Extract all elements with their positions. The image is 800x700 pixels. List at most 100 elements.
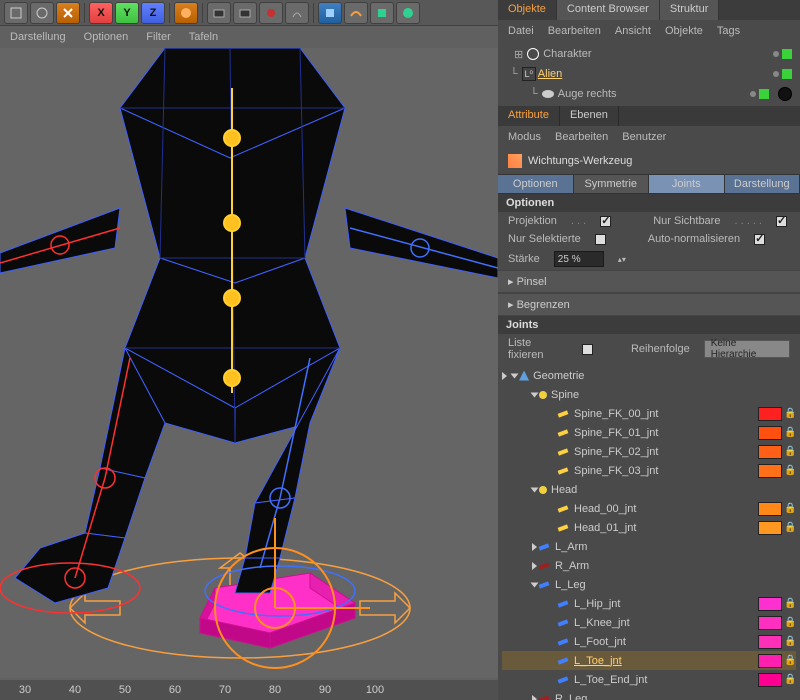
expander-begrenzen[interactable]: Begrenzen: [498, 293, 800, 316]
lock-icon[interactable]: 🔒: [784, 674, 796, 685]
tab-content-browser[interactable]: Content Browser: [557, 0, 660, 20]
color-swatch[interactable]: [758, 426, 782, 440]
jt-spine-2[interactable]: Spine_FK_02_jnt🔒: [502, 442, 796, 461]
lock-icon[interactable]: 🔒: [784, 522, 796, 533]
color-swatch[interactable]: [758, 521, 782, 535]
jt-geometrie[interactable]: Geometrie: [502, 366, 796, 385]
dropdown-reihenfolge[interactable]: Keine Hierarchie: [704, 340, 790, 358]
tab-struktur[interactable]: Struktur: [660, 0, 720, 20]
axis-y-button[interactable]: Y: [115, 2, 139, 24]
label-nur-sichtbare: Nur Sichtbare: [653, 215, 720, 227]
jt-head-0[interactable]: Head_00_jnt🔒: [502, 499, 796, 518]
label-nur-selektierte: Nur Selektierte: [508, 233, 581, 245]
color-swatch[interactable]: [758, 635, 782, 649]
timeline-ruler[interactable]: 30 40 50 60 70 80 90 100: [0, 680, 498, 700]
color-swatch[interactable]: [758, 673, 782, 687]
tab-objekte[interactable]: Objekte: [498, 0, 557, 20]
section-optionen: Optionen: [498, 194, 800, 212]
checkbox-nur-sichtbare[interactable]: [776, 216, 787, 227]
subtab-symmetrie[interactable]: Symmetrie: [574, 175, 650, 193]
color-swatch[interactable]: [758, 502, 782, 516]
expander-pinsel[interactable]: Pinsel: [498, 270, 800, 293]
jt-lhip[interactable]: L_Hip_jnt🔒: [502, 594, 796, 613]
anim-btn-2[interactable]: [233, 2, 257, 24]
subtab-joints[interactable]: Joints: [649, 175, 725, 193]
mode-btn-active[interactable]: [56, 2, 80, 24]
prim-cube-button[interactable]: [318, 2, 342, 24]
bone-icon: [558, 505, 569, 512]
object-tree[interactable]: ⊞ Charakter └L⁰ Alien └ Auge rechts: [498, 42, 800, 106]
om-menu-ansicht[interactable]: Ansicht: [615, 25, 651, 37]
jt-spine[interactable]: Spine: [502, 385, 796, 404]
jt-ltoe-selected[interactable]: L_Toe_jnt🔒: [502, 651, 796, 670]
jt-l-leg[interactable]: L_Leg: [502, 575, 796, 594]
obj-auge[interactable]: └ Auge rechts: [506, 84, 792, 104]
jt-lfoot[interactable]: L_Foot_jnt🔒: [502, 632, 796, 651]
om-menu-datei[interactable]: Datei: [508, 25, 534, 37]
tab-ebenen[interactable]: Ebenen: [560, 106, 619, 126]
checkbox-liste-fixieren[interactable]: [582, 344, 593, 355]
material-tag-icon[interactable]: [778, 87, 792, 101]
anim-btn-3[interactable]: [259, 2, 283, 24]
mode-btn-2[interactable]: [30, 2, 54, 24]
color-swatch[interactable]: [758, 464, 782, 478]
am-menu-bearbeiten[interactable]: Bearbeiten: [555, 131, 608, 143]
lock-icon[interactable]: 🔒: [784, 446, 796, 457]
jt-r-leg[interactable]: R_Leg: [502, 689, 796, 700]
color-swatch[interactable]: [758, 616, 782, 630]
obj-alien[interactable]: └L⁰ Alien: [506, 64, 792, 84]
viewport-canvas[interactable]: [0, 48, 498, 678]
lock-icon[interactable]: 🔒: [784, 503, 796, 514]
bone-icon: [539, 543, 550, 550]
vp-menu-filter[interactable]: Filter: [146, 31, 170, 43]
subtab-darstellung[interactable]: Darstellung: [725, 175, 800, 193]
lock-icon[interactable]: 🔒: [784, 427, 796, 438]
jt-ltoe-end[interactable]: L_Toe_End_jnt🔒: [502, 670, 796, 689]
deformer-btn[interactable]: [396, 2, 420, 24]
lock-icon[interactable]: 🔒: [784, 636, 796, 647]
lock-icon[interactable]: 🔒: [784, 598, 796, 609]
am-menu-benutzer[interactable]: Benutzer: [622, 131, 666, 143]
anim-btn-4[interactable]: [285, 2, 309, 24]
lock-icon[interactable]: 🔒: [784, 408, 796, 419]
jt-spine-3[interactable]: Spine_FK_03_jnt🔒: [502, 461, 796, 480]
input-staerke[interactable]: [554, 251, 604, 267]
color-swatch[interactable]: [758, 597, 782, 611]
jt-lknee[interactable]: L_Knee_jnt🔒: [502, 613, 796, 632]
vp-menu-tafeln[interactable]: Tafeln: [189, 31, 218, 43]
anim-btn-1[interactable]: [207, 2, 231, 24]
obj-charakter[interactable]: ⊞ Charakter: [506, 44, 792, 64]
color-swatch[interactable]: [758, 445, 782, 459]
om-menu-objekte[interactable]: Objekte: [665, 25, 703, 37]
color-swatch[interactable]: [758, 407, 782, 421]
color-swatch[interactable]: [758, 654, 782, 668]
jt-head[interactable]: Head: [502, 480, 796, 499]
generator-btn[interactable]: [370, 2, 394, 24]
checkbox-nur-selektierte[interactable]: [595, 234, 606, 245]
object-manager-tabs: Objekte Content Browser Struktur: [498, 0, 800, 20]
vp-menu-optionen[interactable]: Optionen: [84, 31, 129, 43]
spline-btn[interactable]: [344, 2, 368, 24]
jt-l-arm[interactable]: L_Arm: [502, 537, 796, 556]
jt-spine-1[interactable]: Spine_FK_01_jnt🔒: [502, 423, 796, 442]
subtab-optionen[interactable]: Optionen: [498, 175, 574, 193]
jt-spine-0[interactable]: Spine_FK_00_jnt🔒: [502, 404, 796, 423]
vp-menu-darstellung[interactable]: Darstellung: [10, 31, 66, 43]
jt-head-1[interactable]: Head_01_jnt🔒: [502, 518, 796, 537]
om-menu-tags[interactable]: Tags: [717, 25, 740, 37]
object-manager-menus: Datei Bearbeiten Ansicht Objekte Tags: [498, 20, 800, 42]
checkbox-projektion[interactable]: [600, 216, 611, 227]
jt-r-arm[interactable]: R_Arm: [502, 556, 796, 575]
lock-icon[interactable]: 🔒: [784, 655, 796, 666]
axis-z-button[interactable]: Z: [141, 2, 165, 24]
mode-btn-1[interactable]: [4, 2, 28, 24]
tab-attribute[interactable]: Attribute: [498, 106, 560, 126]
lock-icon[interactable]: 🔒: [784, 465, 796, 476]
world-btn[interactable]: [174, 2, 198, 24]
axis-x-button[interactable]: X: [89, 2, 113, 24]
om-menu-bearbeiten[interactable]: Bearbeiten: [548, 25, 601, 37]
checkbox-auto-norm[interactable]: [754, 234, 765, 245]
am-menu-modus[interactable]: Modus: [508, 131, 541, 143]
joint-tree[interactable]: Geometrie Spine Spine_FK_00_jnt🔒 Spine_F…: [498, 364, 800, 700]
lock-icon[interactable]: 🔒: [784, 617, 796, 628]
